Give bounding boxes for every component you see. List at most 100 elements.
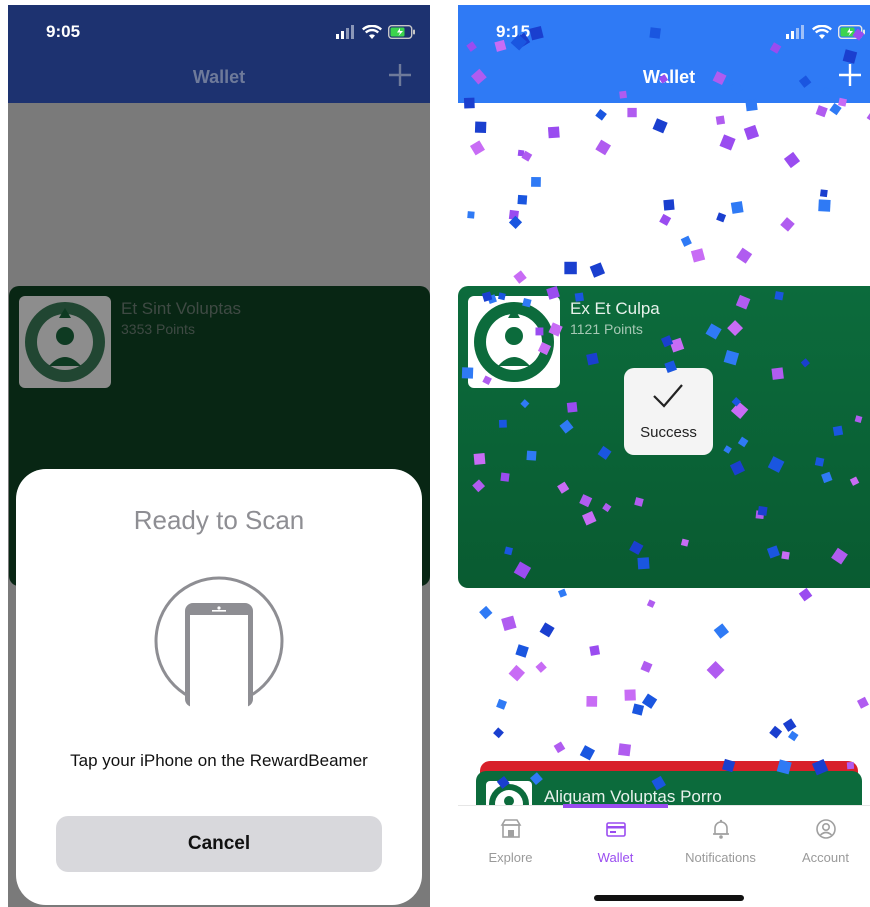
tab-label: Wallet [597,850,634,865]
card-title: Ex Et Culpa [570,299,660,318]
confetti-piece [496,698,507,710]
confetti-piece [713,623,730,639]
confetti-piece [782,718,797,732]
confetti-piece [517,149,525,157]
confetti-piece [652,118,668,134]
card-title: Et Sint Voluptas [121,299,242,318]
confetti-piece [589,645,601,656]
confetti-piece [535,661,547,673]
success-label: Success [640,424,697,441]
status-icons [336,22,416,42]
tab-explore[interactable]: Explore [458,806,563,876]
confetti-piece [815,105,828,118]
confetti-piece [467,211,475,219]
status-icons [786,22,866,42]
confetti-piece [595,139,611,156]
confetti-piece [479,605,493,620]
nav-header: 9:05 Wallet [8,5,430,103]
confetti-piece [730,201,744,214]
confetti-piece [715,115,726,125]
confetti-piece [539,622,555,638]
card-points: 3353 Points [121,321,195,337]
confetti-piece [706,661,725,679]
add-card-button[interactable] [386,61,414,89]
success-toast: Success [624,368,713,455]
tab-account[interactable]: Account [773,806,870,876]
confetti-piece [769,725,783,739]
confetti-piece [624,689,636,701]
account-icon [816,819,836,839]
confetti-piece [646,599,656,608]
confetti-piece [513,270,527,284]
store-icon [500,819,522,838]
confetti-piece [819,189,828,198]
confetti-piece [521,150,533,162]
confetti-piece [631,703,645,716]
confetti-piece [716,212,727,223]
tab-bar: Explore Wallet Notifications Account [458,804,870,907]
confetti-piece [517,194,528,205]
signal-icon [786,25,804,39]
checkmark-icon [653,384,683,408]
confetti-piece [641,693,658,709]
confetti-piece [579,745,596,761]
tab-notifications[interactable]: Notifications [668,806,773,876]
confetti-piece [553,741,566,754]
add-card-button[interactable] [836,61,864,89]
confetti-piece [618,743,632,757]
tab-label: Account [802,850,849,865]
confetti-piece [508,209,519,221]
confetti-piece [787,730,799,742]
status-time: 9:15 [496,22,531,41]
confetti-piece [818,199,831,212]
page-title: Wallet [642,67,696,87]
sheet-title: Ready to Scan [133,505,305,535]
confetti-piece [866,110,870,124]
sheet-message: Tap your iPhone on the RewardBeamer [70,751,368,770]
battery-icon [388,25,415,39]
confetti-piece [690,248,706,263]
card-points: 1121 Points [570,321,643,337]
confetti-piece [493,727,504,739]
confetti-piece [719,134,736,151]
starbucks-logo [19,296,111,388]
confetti-piece [798,587,813,602]
scan-sheet: Ready to Scan Tap your iPhone on the Rew… [16,469,422,905]
confetti-piece [856,696,869,709]
page-title: Wallet [192,67,246,87]
confetti-piece [501,615,517,632]
confetti-piece [508,664,526,682]
confetti-piece [469,140,485,156]
confetti-piece [680,235,692,247]
confetti-piece [743,124,760,141]
wifi-icon [812,24,832,39]
confetti-piece [508,215,523,229]
confetti-piece [640,660,653,673]
wallet-icon [606,822,626,837]
confetti-piece [783,151,801,169]
confetti-piece [586,695,598,707]
confetti-piece [547,126,560,139]
confetti-piece [515,644,529,658]
tab-label: Notifications [685,850,756,865]
scan-screen: 9:05 Wallet Et Sint Voluptas 3353 Points… [8,5,430,907]
tab-label: Explore [488,850,533,865]
wallet-screen: 9:15 Wallet Ex Et Culpa 1121 Points Succ… [458,5,870,907]
confetti-piece [564,261,577,275]
battery-icon [838,25,865,39]
confetti-piece [595,108,607,121]
signal-icon [336,25,354,39]
confetti-piece [736,247,753,264]
confetti-piece [474,121,487,133]
cancel-button[interactable]: Cancel [56,816,382,872]
status-time: 9:05 [46,22,81,41]
starbucks-logo [468,296,560,388]
phone-icon [154,576,284,707]
nav-header: 9:15 Wallet [458,5,870,103]
tab-wallet[interactable]: Wallet [563,806,668,876]
confetti-piece [829,102,842,116]
confetti-piece [780,217,795,232]
confetti-piece [663,199,675,211]
bell-icon [713,819,729,839]
confetti-piece [659,213,672,226]
